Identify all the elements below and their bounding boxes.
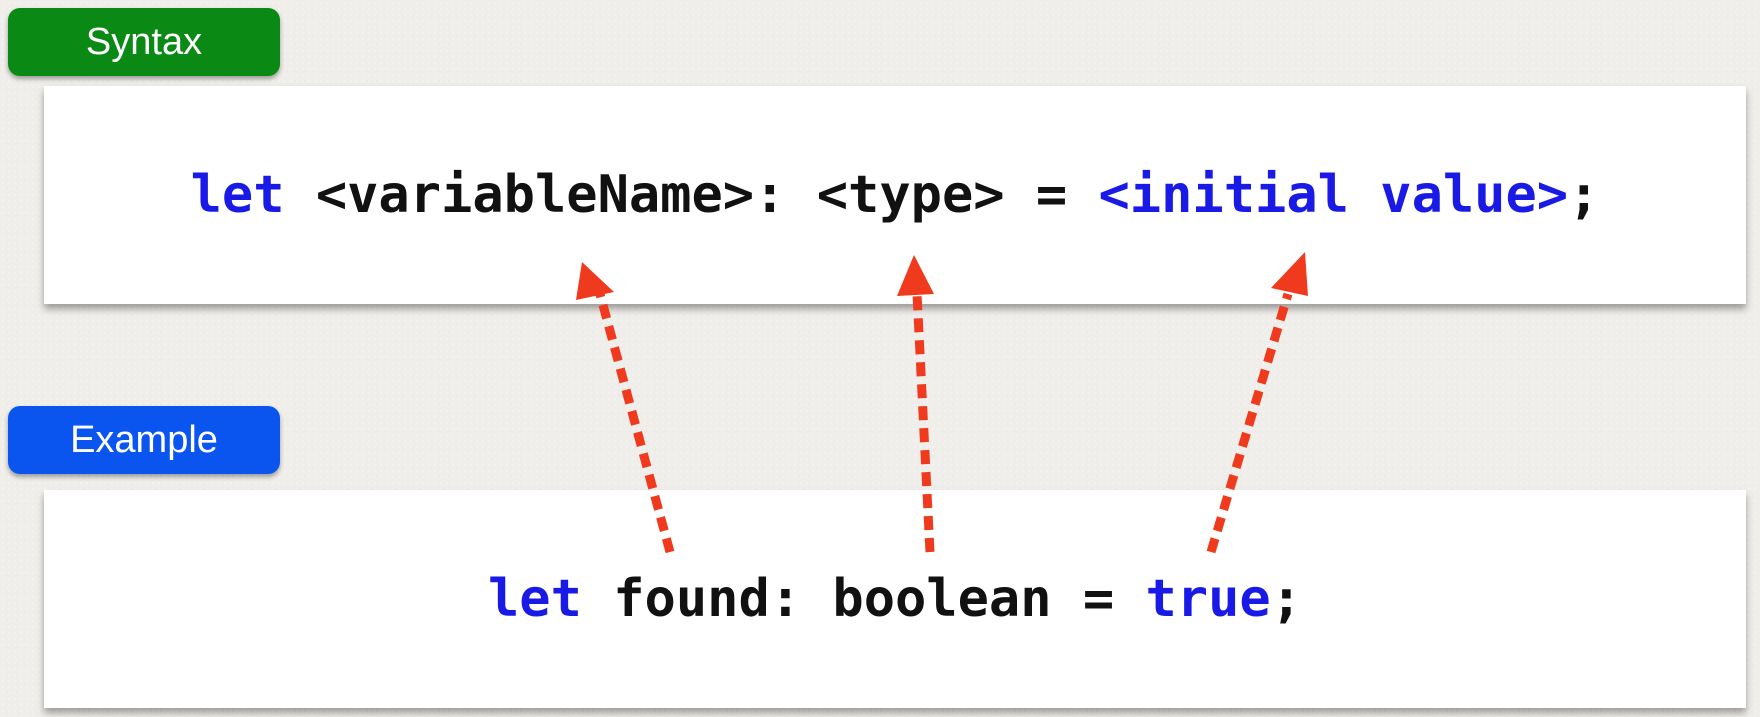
syntax-label-text: Syntax	[85, 20, 203, 63]
example-label: Example	[8, 406, 280, 474]
example-keyword-let: let	[487, 569, 582, 629]
syntax-code-panel: let <variableName>: <type> = <initial va…	[44, 86, 1746, 304]
syntax-keyword-let: let	[190, 165, 285, 225]
example-equals: =	[1051, 569, 1146, 629]
example-variable-name: found	[613, 569, 770, 629]
example-code-panel: let found: boolean = true;	[44, 490, 1746, 708]
syntax-space	[285, 165, 316, 225]
example-type: boolean	[832, 569, 1052, 629]
example-colon: :	[769, 569, 833, 629]
syntax-label: Syntax	[8, 8, 280, 76]
example-label-text: Example	[70, 418, 218, 461]
syntax-colon: :	[754, 165, 817, 225]
syntax-initial-value: <initial value>	[1098, 165, 1569, 225]
example-value: true	[1145, 569, 1271, 629]
syntax-variable-name: <variableName>	[315, 165, 755, 225]
syntax-semicolon: ;	[1568, 165, 1600, 225]
example-semicolon: ;	[1270, 569, 1303, 629]
example-space	[582, 569, 613, 629]
syntax-type: <type>	[816, 165, 1005, 225]
syntax-equals: =	[1004, 165, 1099, 225]
